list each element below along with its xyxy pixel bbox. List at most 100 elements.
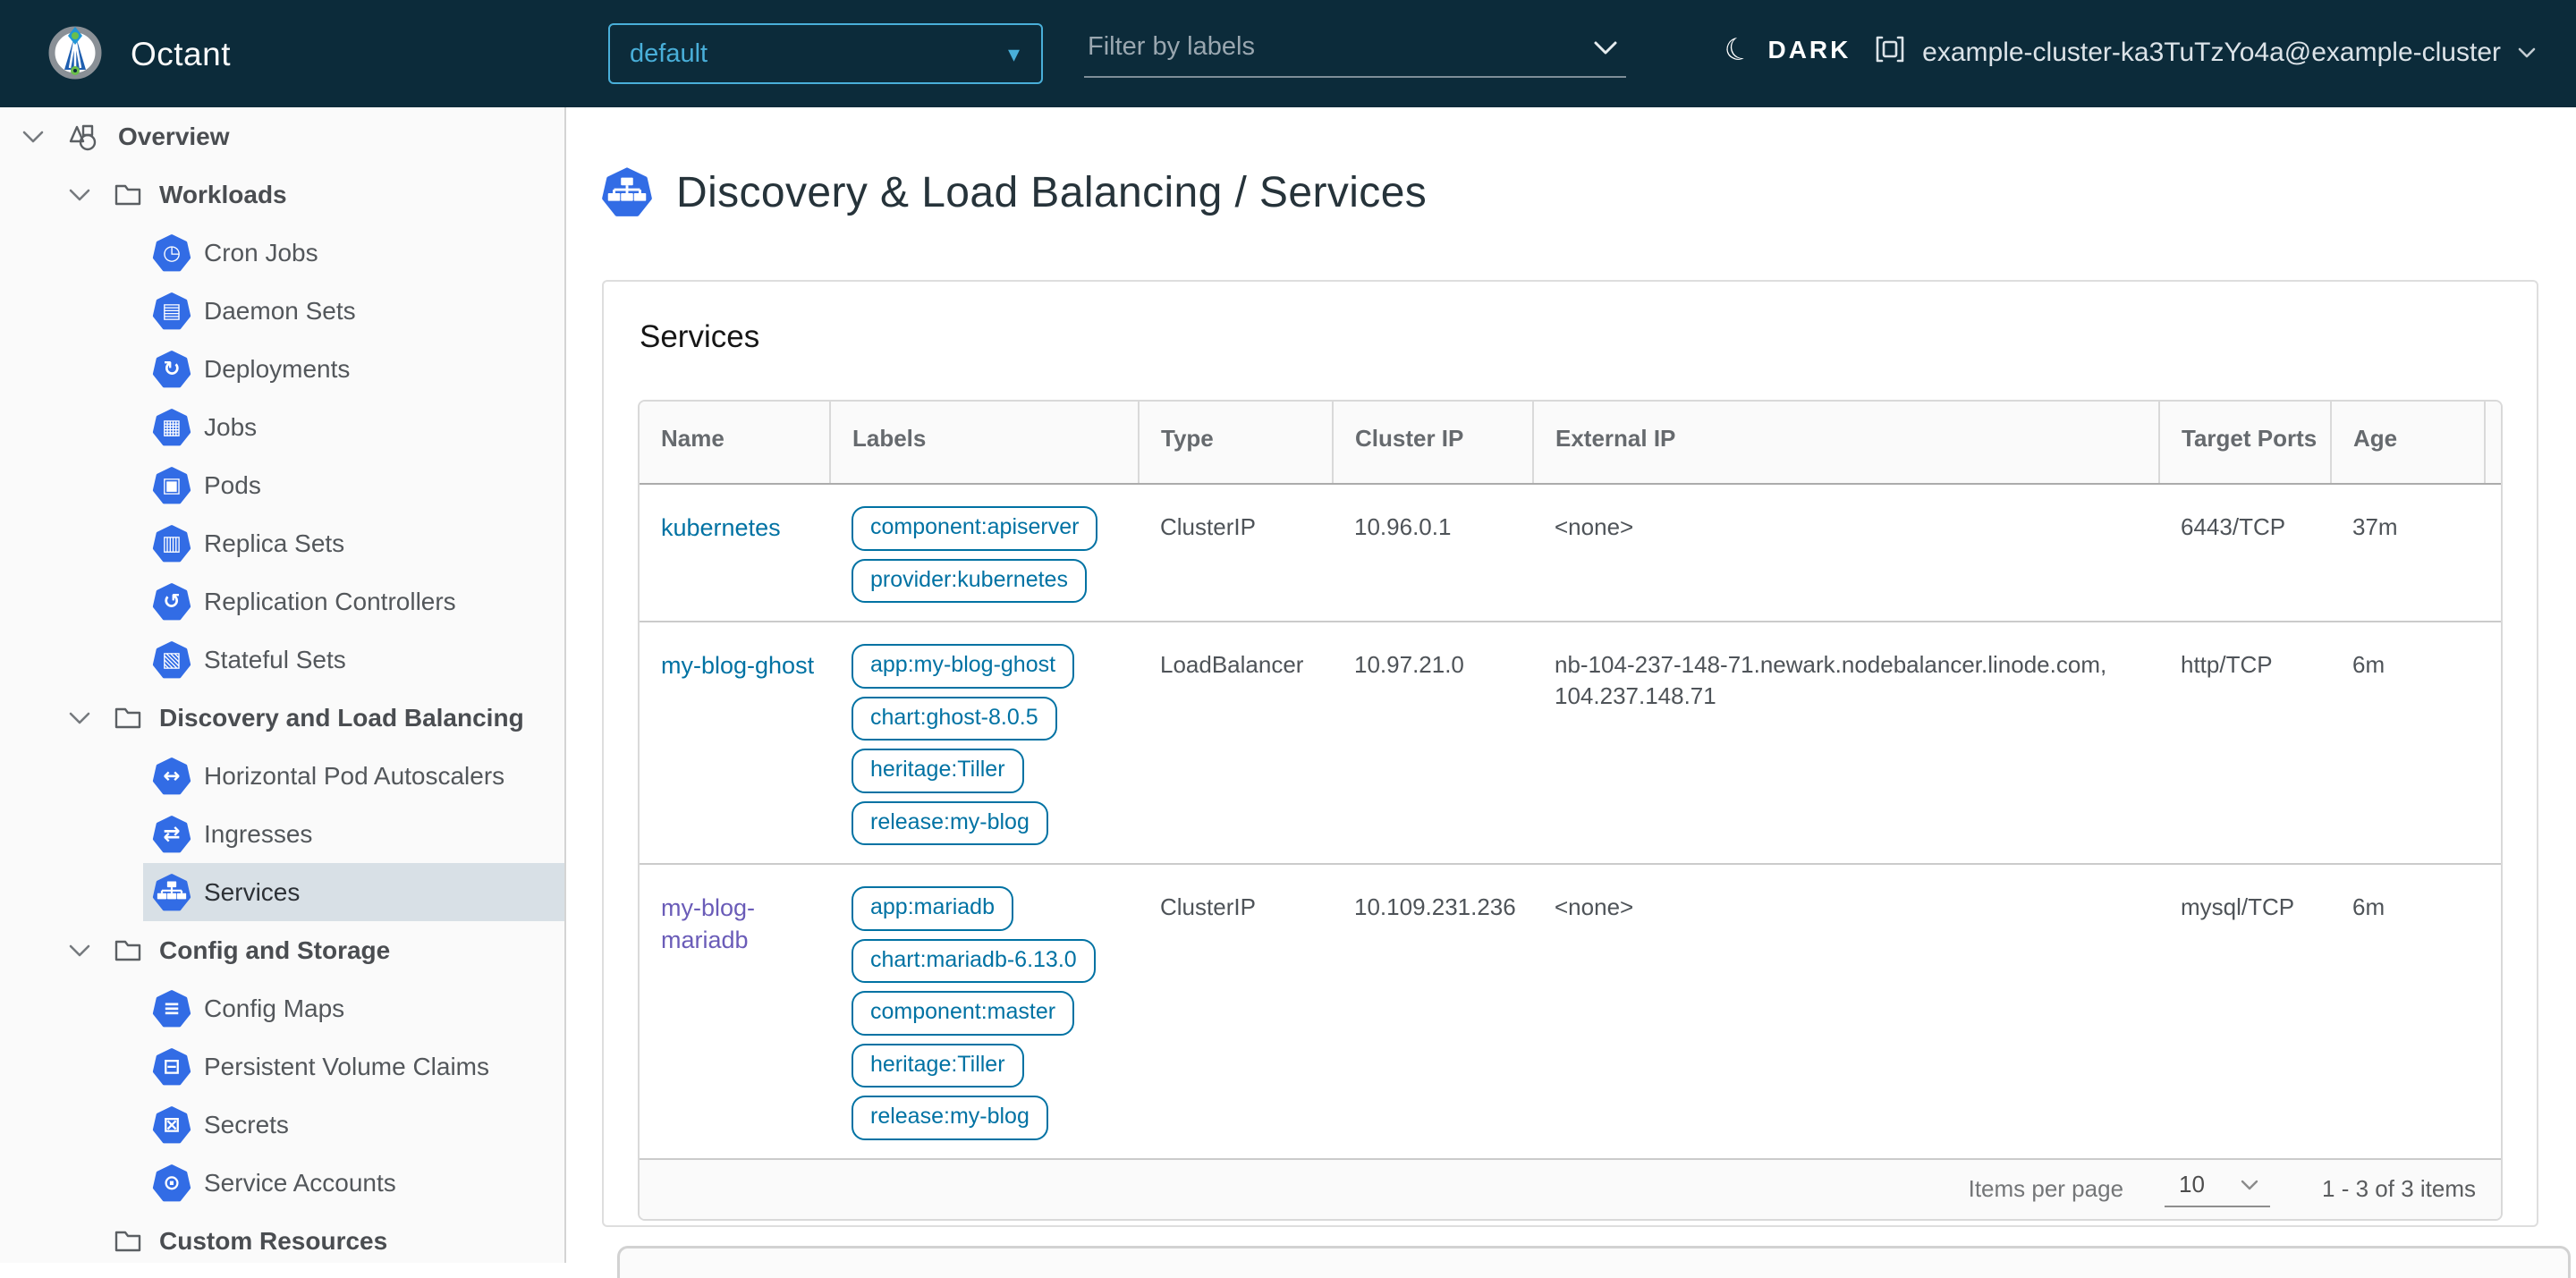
ingresses-icon: ⇄: [152, 815, 191, 854]
items-per-page-value: 10: [2179, 1171, 2205, 1198]
chevron-down-icon[interactable]: [68, 188, 95, 202]
cell-target-ports: mysql/TCP: [2159, 863, 2331, 1158]
sidebar-item-overview[interactable]: Overview: [0, 107, 564, 165]
sidebar-item-workloads[interactable]: Workloads: [0, 165, 564, 224]
services-card: Services Name Labels Type Cluster IP Ext…: [602, 280, 2538, 1227]
chevron-down-icon[interactable]: [68, 944, 95, 958]
service-accounts-icon: ⊙: [152, 1164, 191, 1203]
cell-cluster-ip: 10.97.21.0: [1333, 621, 1533, 864]
page-title: Discovery & Load Balancing / Services: [601, 166, 1427, 218]
sidebar-item-services[interactable]: Services: [143, 863, 564, 921]
label-pill[interactable]: heritage:Tiller: [852, 749, 1024, 793]
column-header-labels: Labels: [829, 402, 1139, 485]
octant-logo-icon: [47, 23, 104, 85]
stateful-sets-icon: ▧: [152, 640, 191, 680]
label-pill[interactable]: component:master: [852, 991, 1075, 1036]
replica-sets-icon: ▥: [152, 524, 191, 563]
column-header-type: Type: [1138, 402, 1333, 485]
cluster-chevron-down-icon: [2518, 47, 2536, 58]
cell-target-ports: 6443/TCP: [2181, 513, 2286, 540]
sidebar-item-replication-controllers[interactable]: ↺ Replication Controllers: [0, 572, 564, 631]
sidebar-item-deployments[interactable]: ↻ Deployments: [0, 340, 564, 398]
sidebar-item-stateful-sets[interactable]: ▧ Stateful Sets: [0, 631, 564, 689]
label-pill[interactable]: chart:ghost-8.0.5: [852, 696, 1057, 741]
cell-target-ports: http/TCP: [2159, 621, 2331, 864]
column-header-name: Name: [640, 402, 830, 485]
label-pill[interactable]: component:apiserver: [852, 506, 1098, 551]
horizontal-pod-autoscalers-icon: ↔: [152, 757, 191, 796]
services-table: Name Labels Type Cluster IP External IP …: [638, 400, 2503, 1221]
sidebar-item-service-accounts[interactable]: ⊙ Service Accounts: [0, 1154, 564, 1212]
config-maps-icon: ≡: [152, 989, 191, 1028]
sidebar-item-replica-sets[interactable]: ▥ Replica Sets: [0, 514, 564, 572]
cluster-selector[interactable]: example-cluster-ka3TuTzYo4a@example-clus…: [1874, 34, 2537, 72]
main-content: Discovery & Load Balancing / Services Se…: [568, 107, 2576, 1278]
label-pill[interactable]: app:my-blog-ghost: [852, 644, 1075, 689]
label-pill[interactable]: provider:kubernetes: [852, 558, 1087, 603]
folder-icon: [114, 939, 141, 962]
deployments-icon: ↻: [152, 350, 191, 389]
items-per-page-select[interactable]: 10: [2165, 1171, 2271, 1207]
secrets-icon: ⊠: [152, 1105, 191, 1145]
column-header-target-ports: Target Ports: [2158, 402, 2331, 485]
sidebar-item-secrets[interactable]: ⊠ Secrets: [0, 1096, 564, 1154]
cell-cluster-ip: 10.96.0.1: [1354, 513, 1452, 540]
label-pill[interactable]: release:my-blog: [852, 800, 1048, 845]
replication-controllers-icon: ↺: [152, 582, 191, 622]
page-title-text: Discovery & Load Balancing / Services: [676, 168, 1428, 216]
services-icon: [152, 873, 191, 912]
sidebar-item-jobs[interactable]: ▦ Jobs: [0, 398, 564, 456]
sidebar-nav: Overview Workloads ◷ Cron Jobs ▤ Daemon …: [0, 107, 566, 1263]
sidebar-item-discovery-and-load-balancing[interactable]: Discovery and Load Balancing: [0, 689, 564, 747]
column-header-age: Age: [2330, 402, 2485, 485]
sidebar-item-daemon-sets[interactable]: ▤ Daemon Sets: [0, 282, 564, 340]
pagination-range-text: 1 - 3 of 3 items: [2322, 1175, 2476, 1202]
namespace-select[interactable]: default ▾: [608, 23, 1043, 84]
sidebar-item-ingresses[interactable]: ⇄ Ingresses: [0, 805, 564, 863]
sidebar-item-custom-resources[interactable]: Custom Resources: [0, 1212, 564, 1263]
sidebar-item-pods[interactable]: ▣ Pods: [0, 456, 564, 514]
cell-external-ip: <none>: [1533, 863, 2159, 1158]
app-brand: Octant: [47, 23, 231, 85]
cell-cluster-ip: 10.109.231.236: [1333, 863, 1533, 1158]
cell-age: 37m: [2352, 513, 2398, 540]
folder-icon: [114, 1230, 141, 1253]
table-row: my-blog-ghost app:my-blog-ghost chart:gh…: [640, 621, 2501, 864]
next-section-edge: [617, 1246, 2571, 1278]
service-link[interactable]: my-blog-ghost: [661, 652, 814, 679]
service-link[interactable]: kubernetes: [661, 514, 781, 541]
cell-type: LoadBalancer: [1139, 621, 1333, 864]
filter-chevron-down-icon[interactable]: [1592, 39, 1619, 62]
theme-toggle-label: DARK: [1767, 36, 1852, 63]
sidebar-item-persistent-volume-claims[interactable]: ⊟ Persistent Volume Claims: [0, 1037, 564, 1096]
pods-icon: ▣: [152, 466, 191, 505]
items-per-page-label: Items per page: [1968, 1175, 2124, 1202]
services-title-icon: [601, 166, 653, 218]
app-title: Octant: [131, 35, 231, 72]
label-filter-input[interactable]: [1084, 25, 1626, 78]
label-pill[interactable]: heritage:Tiller: [852, 1043, 1024, 1088]
column-header-external-ip: External IP: [1532, 402, 2159, 485]
theme-toggle-button[interactable]: ☾ DARK: [1720, 30, 1852, 71]
cell-external-ip: nb-104-237-148-71.newark.nodebalancer.li…: [1533, 621, 2159, 864]
label-pill[interactable]: release:my-blog: [852, 1096, 1048, 1140]
folder-icon: [114, 183, 141, 207]
service-link[interactable]: my-blog-mariadb: [661, 894, 755, 953]
label-pill[interactable]: app:mariadb: [852, 886, 1013, 931]
table-footer: Items per page 10 1 - 3 of 3 items: [640, 1157, 2501, 1219]
namespace-value: default: [630, 38, 708, 68]
chevron-down-icon[interactable]: [21, 130, 48, 144]
label-pill[interactable]: chart:mariadb-6.13.0: [852, 938, 1096, 983]
sidebar-item-cron-jobs[interactable]: ◷ Cron Jobs: [0, 224, 564, 282]
sidebar-item-config-maps[interactable]: ≡ Config Maps: [0, 979, 564, 1037]
column-header-cluster-ip: Cluster IP: [1332, 402, 1533, 485]
namespace-caret-icon: ▾: [1007, 39, 1020, 67]
chevron-placeholder: [68, 1234, 95, 1248]
jobs-icon: ▦: [152, 408, 191, 447]
card-title: Services: [640, 319, 760, 354]
persistent-volume-claims-icon: ⊟: [152, 1047, 191, 1087]
cluster-label: example-cluster-ka3TuTzYo4a@example-clus…: [1922, 38, 2501, 67]
sidebar-item-config-and-storage[interactable]: Config and Storage: [0, 921, 564, 979]
chevron-down-icon[interactable]: [68, 711, 95, 725]
sidebar-item-horizontal-pod-autoscalers[interactable]: ↔ Horizontal Pod Autoscalers: [0, 747, 564, 805]
